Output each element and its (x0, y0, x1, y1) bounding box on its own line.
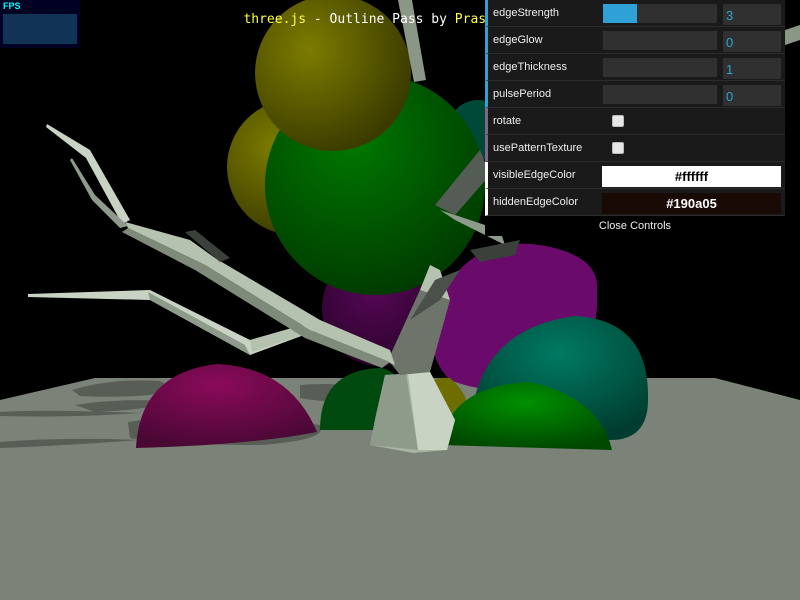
gui-row-visible-edge-color: visibleEdgeColor #ffffff (485, 162, 785, 189)
edge-thickness-input[interactable]: 1 (723, 58, 781, 79)
edge-thickness-slider[interactable] (603, 58, 717, 77)
gui-row-hidden-edge-color: hiddenEdgeColor #190a05 (485, 189, 785, 216)
gui-row-edge-thickness: edgeThickness 1 (485, 54, 785, 81)
hidden-edge-color-picker[interactable]: #190a05 (602, 193, 781, 214)
close-controls-button[interactable]: Close Controls (485, 216, 785, 236)
visible-edge-color-picker[interactable]: #ffffff (602, 166, 781, 187)
pulse-period-input[interactable]: 0 (723, 85, 781, 106)
fps-graph (3, 14, 77, 44)
fps-stats-panel[interactable]: FPS (0, 0, 80, 48)
gui-row-edge-strength: edgeStrength 3 (485, 0, 785, 27)
threejs-link[interactable]: three.js (243, 12, 306, 27)
use-pattern-texture-label: usePatternTexture (493, 142, 583, 154)
gui-row-edge-glow: edgeGlow 0 (485, 27, 785, 54)
edge-glow-label: edgeGlow (493, 34, 543, 46)
gui-row-use-pattern-texture: usePatternTexture (485, 135, 785, 162)
visible-edge-color-label: visibleEdgeColor (493, 169, 576, 181)
rotate-label: rotate (493, 115, 522, 127)
gui-controls-list: edgeStrength 3 edgeGlow 0 edgeThickness … (485, 0, 785, 216)
hidden-edge-color-label: hiddenEdgeColor (493, 196, 579, 208)
use-pattern-texture-checkbox[interactable] (612, 142, 624, 154)
edge-glow-slider[interactable] (603, 31, 717, 50)
webgl-viewport[interactable]: three.js - Outline Pass by Prashant Shar… (0, 0, 800, 600)
info-middle-text: - Outline Pass by (306, 12, 455, 27)
edge-strength-input[interactable]: 3 (723, 4, 781, 25)
gui-row-pulse-period: pulsePeriod 0 (485, 81, 785, 108)
magenta-dome[interactable] (136, 364, 317, 448)
pulse-period-label: pulsePeriod (493, 88, 552, 100)
rotate-checkbox[interactable] (612, 115, 624, 127)
gui-row-rotate: rotate (485, 108, 785, 135)
edge-strength-slider[interactable] (603, 4, 717, 23)
fps-label: FPS (3, 1, 21, 11)
gui-panel: edgeStrength 3 edgeGlow 0 edgeThickness … (485, 0, 785, 236)
edge-strength-slider-fill (603, 4, 638, 23)
edge-thickness-label: edgeThickness (493, 61, 567, 73)
edge-glow-input[interactable]: 0 (723, 31, 781, 52)
edge-strength-label: edgeStrength (493, 7, 560, 19)
pulse-period-slider[interactable] (603, 85, 717, 104)
